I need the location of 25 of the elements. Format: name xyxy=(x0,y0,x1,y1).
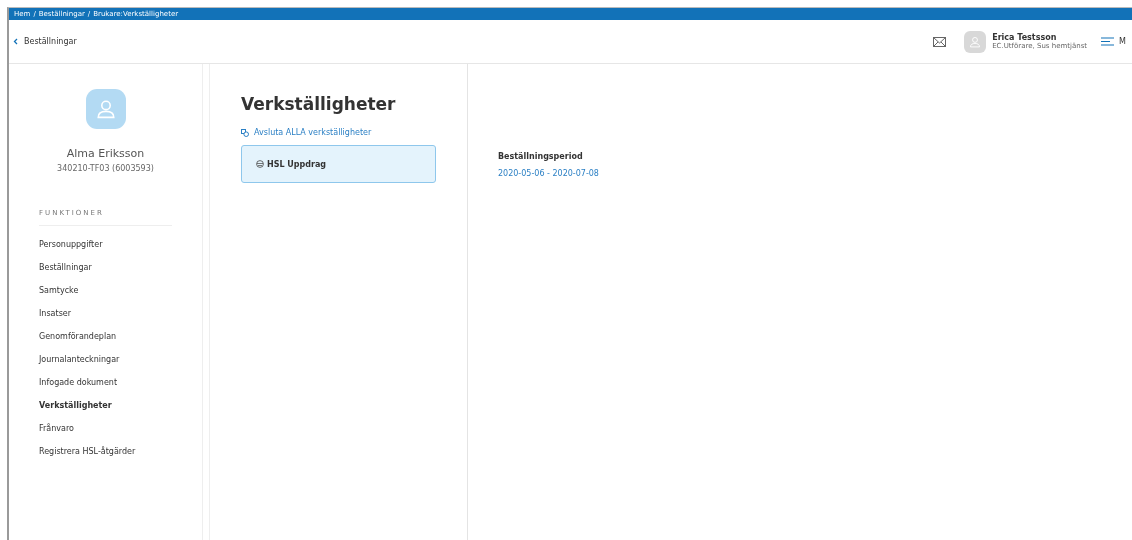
tags-icon xyxy=(241,128,249,137)
sidebar-item[interactable]: Genomförandeplan xyxy=(39,332,172,341)
sidebar-item[interactable]: Infogade dokument xyxy=(39,378,172,387)
back-link[interactable]: Beställningar xyxy=(13,37,77,46)
chevron-left-icon xyxy=(13,38,18,45)
mail-icon[interactable] xyxy=(933,36,947,47)
detail-value: 2020-05-06 - 2020-07-08 xyxy=(498,169,599,178)
user-name: Erica Testsson xyxy=(992,33,1058,42)
sidebar-item[interactable]: Personuppgifter xyxy=(39,240,172,249)
sidebar-item[interactable]: Verkställigheter xyxy=(39,401,172,410)
sidebar-item[interactable]: Frånvaro xyxy=(39,424,172,433)
sidebar-item[interactable]: Samtycke xyxy=(39,286,172,295)
sidebar-item[interactable]: Journalanteckningar xyxy=(39,355,172,364)
menu-icon xyxy=(1101,37,1115,46)
sidebar-item[interactable]: Beställningar xyxy=(39,263,172,272)
sidebar-item[interactable]: Insatser xyxy=(39,309,172,318)
client-id: 340210-TF03 (6003593) xyxy=(57,164,154,173)
assignment-card[interactable]: HSL Uppdrag xyxy=(241,145,436,183)
close-all-link[interactable]: Avsluta ALLA verkställigheter xyxy=(241,128,467,137)
page-title: Verkställigheter xyxy=(241,94,397,114)
sidebar-item[interactable]: Registrera HSL-åtgärder xyxy=(39,447,172,456)
menu-button[interactable]: M xyxy=(1101,37,1126,46)
client-name: Alma Eriksson xyxy=(66,147,145,160)
globe-icon xyxy=(256,160,264,168)
detail-label: Beställningsperiod xyxy=(498,152,584,161)
